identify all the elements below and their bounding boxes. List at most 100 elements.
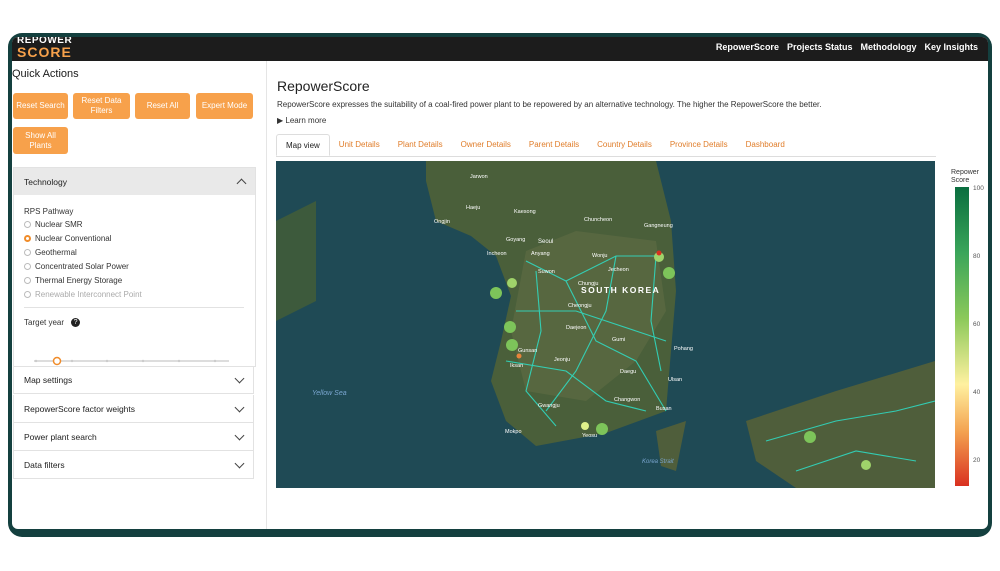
learn-more-label: Learn more: [285, 116, 327, 125]
plant-marker[interactable]: [861, 460, 871, 470]
target-year-slider[interactable]: [34, 356, 229, 366]
plant-marker[interactable]: [596, 423, 608, 435]
city-label: Changwon: [614, 397, 640, 403]
city-label: Jecheon: [608, 267, 629, 273]
city-label: Haeju: [466, 205, 480, 211]
show-all-plants-button[interactable]: Show All Plants: [13, 127, 68, 154]
rps-pathway-label: RPS Pathway: [24, 207, 74, 216]
technology-header[interactable]: Technology: [14, 168, 255, 195]
city-label: Busan: [656, 406, 672, 412]
tab-plant-details[interactable]: Plant Details: [389, 134, 452, 156]
city-label: Gunsan: [518, 348, 537, 354]
slider-tick: [70, 359, 74, 363]
city-label: Chungju: [578, 281, 599, 287]
city-label: Iksan: [510, 363, 523, 369]
city-label: Kaesong: [514, 209, 536, 215]
help-icon[interactable]: ?: [71, 318, 81, 327]
city-label: Incheon: [487, 251, 507, 257]
chevron-down-icon: [234, 430, 245, 440]
learn-more-toggle[interactable]: ▶ Learn more: [277, 116, 326, 125]
option-geothermal[interactable]: Geothermal: [24, 248, 77, 257]
slider-handle[interactable]: [52, 356, 62, 366]
plant-marker[interactable]: [490, 287, 502, 299]
reset-search-button[interactable]: Reset Search: [13, 93, 68, 119]
chevron-down-icon: [234, 458, 245, 468]
top-navbar: REPOWER SCORE RepowerScore Projects Stat…: [12, 37, 988, 61]
radio-icon[interactable]: [24, 263, 31, 270]
plant-marker[interactable]: [581, 422, 589, 430]
city-label: Jeonju: [554, 357, 570, 363]
tab-parent-details[interactable]: Parent Details: [520, 134, 588, 156]
nav-key-insights[interactable]: Key Insights: [924, 42, 978, 52]
city-label: Gwangju: [538, 403, 560, 409]
plant-marker[interactable]: [663, 267, 675, 279]
radio-icon: [24, 291, 31, 298]
reset-data-filters-button[interactable]: Reset Data Filters: [73, 93, 130, 119]
city-label: Pohang: [674, 346, 693, 352]
plant-marker[interactable]: [504, 321, 516, 333]
page-description: RepowerScore expresses the suitability o…: [277, 100, 822, 109]
logo[interactable]: REPOWER SCORE: [17, 37, 72, 60]
legend-tick: 20: [973, 457, 981, 464]
tab-country-details[interactable]: Country Details: [588, 134, 661, 156]
map-settings-section[interactable]: Map settings: [13, 366, 254, 394]
section-label: Map settings: [24, 375, 73, 385]
nav-methodology[interactable]: Methodology: [860, 42, 916, 52]
option-concentrated-solar[interactable]: Concentrated Solar Power: [24, 262, 129, 271]
logo-bottom: SCORE: [17, 44, 72, 60]
city-label: Yeosu: [582, 433, 597, 439]
expert-mode-button[interactable]: Expert Mode: [196, 93, 253, 119]
legend-tick: 80: [973, 253, 981, 260]
legend-title: Repower Score: [951, 169, 980, 184]
chevron-up-icon: [236, 178, 247, 188]
satellite-map[interactable]: SOUTH KOREA Yellow Sea Korea Strait Haej…: [276, 161, 935, 488]
city-label: Cheongju: [568, 303, 592, 309]
radio-icon[interactable]: [24, 249, 31, 256]
plant-marker[interactable]: [507, 278, 517, 288]
city-label: Goyang: [506, 237, 525, 243]
sea-label: Yellow Sea: [312, 390, 347, 397]
nav-repowerscore[interactable]: RepowerScore: [716, 42, 779, 52]
slider-tick: [177, 359, 181, 363]
tab-map-view[interactable]: Map view: [276, 134, 330, 156]
section-label: Data filters: [24, 459, 65, 470]
plant-marker[interactable]: [506, 339, 518, 351]
plant-marker[interactable]: [516, 353, 522, 359]
target-year-text: Target year: [24, 318, 65, 327]
tab-province-details[interactable]: Province Details: [661, 134, 737, 156]
plant-marker[interactable]: [804, 431, 816, 443]
legend-tick: 60: [973, 321, 981, 328]
city-label: Daejeon: [566, 325, 587, 331]
tab-bar: Map view Unit Details Plant Details Owne…: [276, 134, 794, 156]
radio-icon[interactable]: [24, 277, 31, 284]
radio-selected-icon[interactable]: [24, 235, 31, 242]
plant-search-section[interactable]: Power plant search: [13, 423, 254, 451]
nav-projects-status[interactable]: Projects Status: [787, 42, 853, 52]
legend-tick: 100: [973, 185, 984, 192]
city-label: Daegu: [620, 369, 636, 375]
factor-weights-section[interactable]: RepowerScore factor weights: [13, 395, 254, 423]
radio-icon[interactable]: [24, 221, 31, 228]
city-label: Jarwon: [470, 174, 488, 180]
city-label: Chuncheon: [584, 217, 612, 223]
plant-marker[interactable]: [656, 250, 662, 256]
sidebar: Quick Actions Reset Search Reset Data Fi…: [12, 61, 266, 529]
main-content: RepowerScore RepowerScore expresses the …: [266, 61, 988, 529]
option-nuclear-conventional[interactable]: Nuclear Conventional: [24, 234, 112, 243]
tab-divider: [276, 156, 936, 157]
reset-all-button[interactable]: Reset All: [135, 93, 190, 119]
city-label: Gumi: [612, 337, 625, 343]
option-nuclear-smr[interactable]: Nuclear SMR: [24, 220, 83, 229]
tab-unit-details[interactable]: Unit Details: [330, 134, 389, 156]
tab-owner-details[interactable]: Owner Details: [452, 134, 520, 156]
city-label: Anyang: [531, 251, 550, 257]
data-filters-section[interactable]: Data filters: [13, 451, 254, 479]
city-label: Suwon: [538, 269, 555, 275]
slider-tick: [34, 359, 38, 363]
option-thermal-storage[interactable]: Thermal Energy Storage: [24, 276, 122, 285]
city-label: Wonju: [592, 253, 608, 259]
tab-dashboard[interactable]: Dashboard: [737, 134, 794, 156]
technology-header-label: Technology: [24, 176, 68, 187]
divider: [24, 307, 244, 308]
map-view[interactable]: SOUTH KOREA Yellow Sea Korea Strait Haej…: [276, 161, 935, 488]
